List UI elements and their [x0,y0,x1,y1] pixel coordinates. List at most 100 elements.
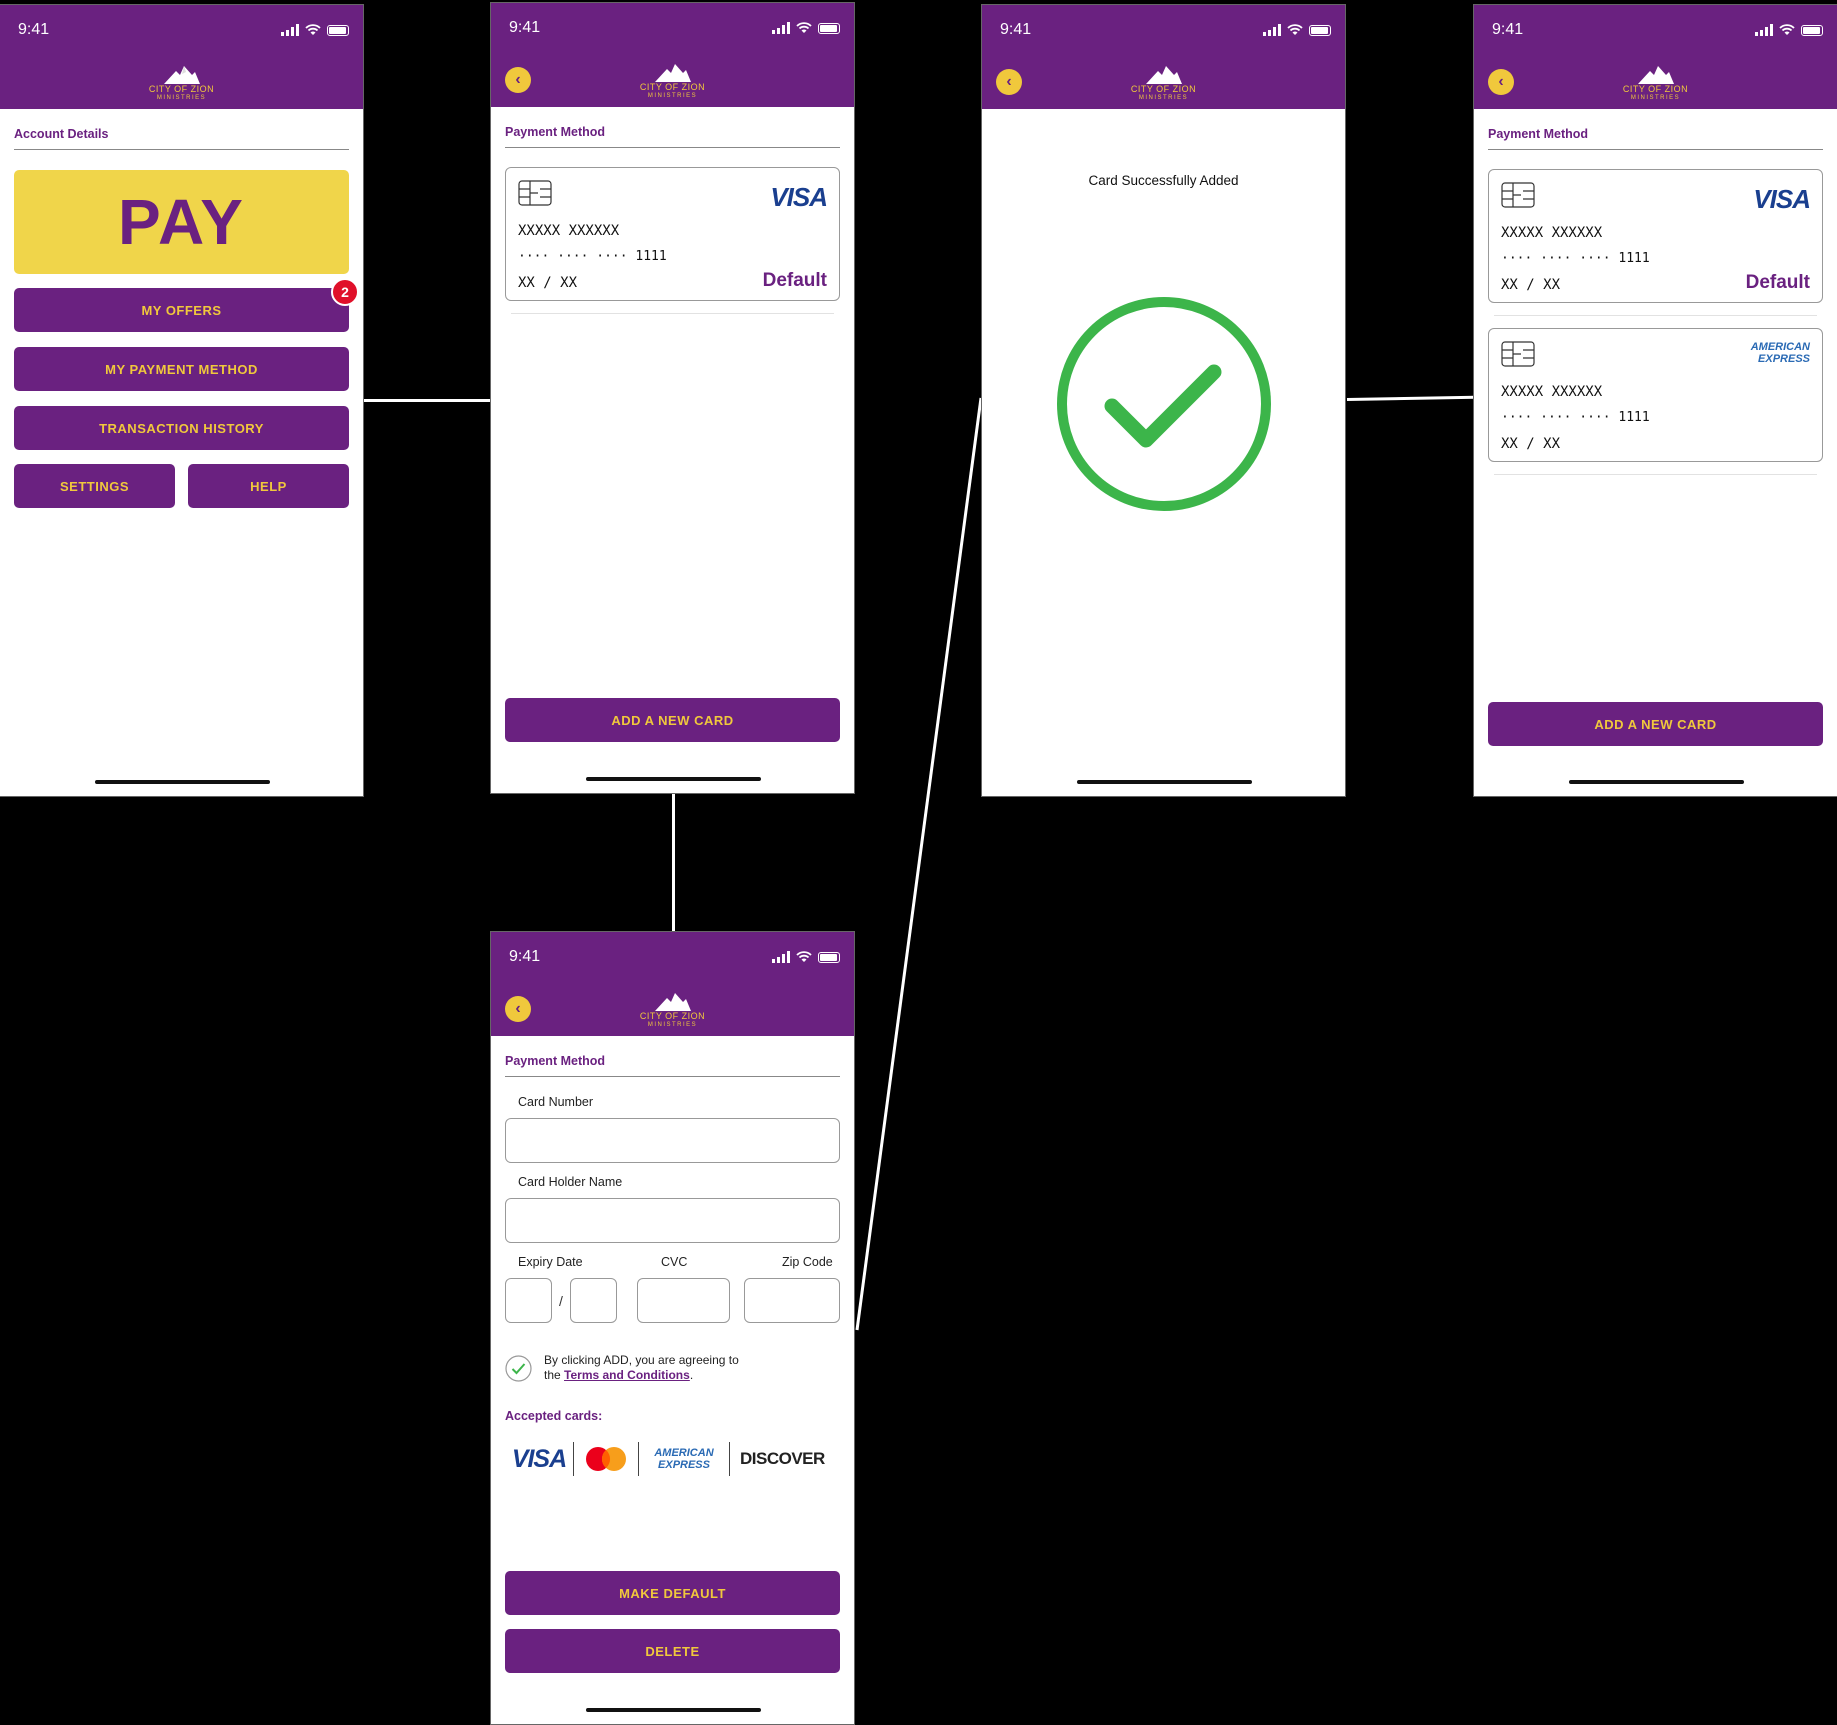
signal-icon [772,22,790,34]
visa-card[interactable]: VISA XXXXX XXXXXX ···· ···· ···· 1111 XX… [1488,169,1823,303]
expiry-separator: / [558,1292,563,1309]
discover-logo: DISCOVER [740,1449,825,1468]
home-indicator [585,777,761,781]
signal-icon [281,24,299,36]
back-icon[interactable]: ‹ [505,996,531,1022]
divider [1494,315,1817,316]
card-expiry: XX / XX [1501,436,1561,452]
status-bar: 9:41 [1474,5,1837,55]
section-title: Account Details [14,109,349,150]
card-number-last4: ···· ···· ···· 1111 [1501,251,1650,266]
wifi-icon [305,24,321,35]
wifi-icon [796,951,812,962]
expiry-month-input[interactable] [505,1278,553,1323]
screen-payment-method-two-cards: 9:41 ‹ CITY OF ZION MINISTRIES Payment M… [1473,4,1837,797]
offers-count-badge: 2 [331,278,359,306]
card-number-label: Card Number [518,1095,594,1109]
expiry-year-input[interactable] [569,1278,617,1323]
visa-card[interactable]: VISA XXXXX XXXXXX ···· ···· ···· 1111 XX… [505,167,840,301]
card-chip-icon [1501,341,1535,367]
section-title: Payment Method [1488,109,1823,150]
divider [1494,474,1817,475]
cvc-input[interactable] [636,1278,730,1323]
pay-button[interactable]: PAY [14,170,349,274]
mountain-logo-icon [654,63,691,82]
add-new-card-button[interactable]: ADD A NEW CARD [1488,702,1823,746]
divider [511,313,834,314]
screen-account-details: 9:41 CITY OF ZION MINISTRIES Account Det… [0,4,364,797]
status-time: 9:41 [509,19,541,36]
status-bar: 9:41 [0,5,363,55]
back-icon[interactable]: ‹ [996,69,1022,95]
delete-button[interactable]: DELETE [505,1629,840,1673]
terms-checkbox-icon[interactable] [505,1355,532,1382]
accepted-cards-label: Accepted cards: [505,1409,603,1423]
wifi-icon [1779,24,1795,35]
card-number-masked: XXXXX XXXXXX [518,223,620,239]
status-bar: 9:41 [491,3,854,53]
screen-add-card-form: 9:41 ‹ CITY OF ZION MINISTRIES Payment M… [490,931,855,1725]
visa-logo: VISA [1753,184,1811,214]
card-number-last4: ···· ···· ···· 1111 [518,249,667,264]
card-holder-input[interactable] [505,1198,840,1243]
mountain-logo-icon [1145,65,1182,84]
card-expiry: XX / XX [518,275,578,291]
battery-icon [818,22,840,34]
card-expiry: XX / XX [1501,277,1561,293]
card-chip-icon [1501,182,1535,208]
city-of-zion-logo: CITY OF ZION MINISTRIES [1131,63,1196,102]
visa-logo: VISA [770,182,828,212]
battery-icon [818,951,840,963]
back-icon[interactable]: ‹ [1488,69,1514,95]
back-icon[interactable]: ‹ [505,67,531,93]
cvc-label: CVC [661,1255,688,1269]
wifi-icon [796,22,812,33]
help-button[interactable]: HELP [188,464,349,508]
battery-icon [1309,24,1331,36]
signal-icon [1263,24,1281,36]
mountain-logo-icon [654,992,691,1011]
success-message: Card Successfully Added [1088,173,1239,188]
signal-icon [1755,24,1773,36]
terms-text: By clicking ADD, you are agreeing to the… [544,1353,739,1382]
my-offers-button[interactable]: MY OFFERS [14,288,349,332]
status-bar: 9:41 [982,5,1345,55]
transaction-history-button[interactable]: TRANSACTION HISTORY [14,406,349,450]
terms-link[interactable]: Terms and Conditions [564,1368,690,1382]
card-number-masked: XXXXX XXXXXX [1501,225,1603,241]
app-header: ‹ CITY OF ZION MINISTRIES [491,53,854,107]
add-new-card-button[interactable]: ADD A NEW CARD [505,698,840,742]
settings-button[interactable]: SETTINGS [14,464,175,508]
card-number-input[interactable] [505,1118,840,1163]
card-number-masked: XXXXX XXXXXX [1501,384,1603,400]
amex-card[interactable]: AMERICAN EXPRESS XXXXX XXXXXX ···· ···· ·… [1488,328,1823,462]
mastercard-logo-icon [586,1447,626,1471]
card-chip-icon [518,180,552,206]
default-label: Default [762,270,827,291]
status-bar: 9:41 [491,932,854,982]
zip-code-input[interactable] [743,1278,841,1323]
app-header: ‹ CITY OF ZION MINISTRIES [491,982,854,1036]
amex-logo: AMERICAN EXPRESS [654,1447,714,1471]
card-holder-label: Card Holder Name [518,1175,623,1189]
city-of-zion-logo: CITY OF ZION MINISTRIES [640,61,705,100]
battery-icon [1801,24,1823,36]
battery-icon [327,24,349,36]
app-header: ‹ CITY OF ZION MINISTRIES [982,55,1345,109]
app-header: CITY OF ZION MINISTRIES [0,55,363,109]
status-time: 9:41 [18,21,50,38]
app-header: ‹ CITY OF ZION MINISTRIES [1474,55,1837,109]
my-payment-method-button[interactable]: MY PAYMENT METHOD [14,347,349,391]
status-time: 9:41 [1000,21,1032,38]
home-indicator [1568,780,1744,784]
accepted-cards-row: VISA AMERICAN EXPRESS DISCOVER [505,1441,840,1477]
section-title: Payment Method [505,1036,840,1077]
expiry-date-label: Expiry Date [518,1255,583,1269]
home-indicator [94,780,270,784]
signal-icon [772,951,790,963]
amex-logo: AMERICAN EXPRESS [1750,341,1810,365]
wifi-icon [1287,24,1303,35]
city-of-zion-logo: CITY OF ZION MINISTRIES [640,990,705,1029]
make-default-button[interactable]: MAKE DEFAULT [505,1571,840,1615]
visa-logo: VISA [511,1444,567,1473]
